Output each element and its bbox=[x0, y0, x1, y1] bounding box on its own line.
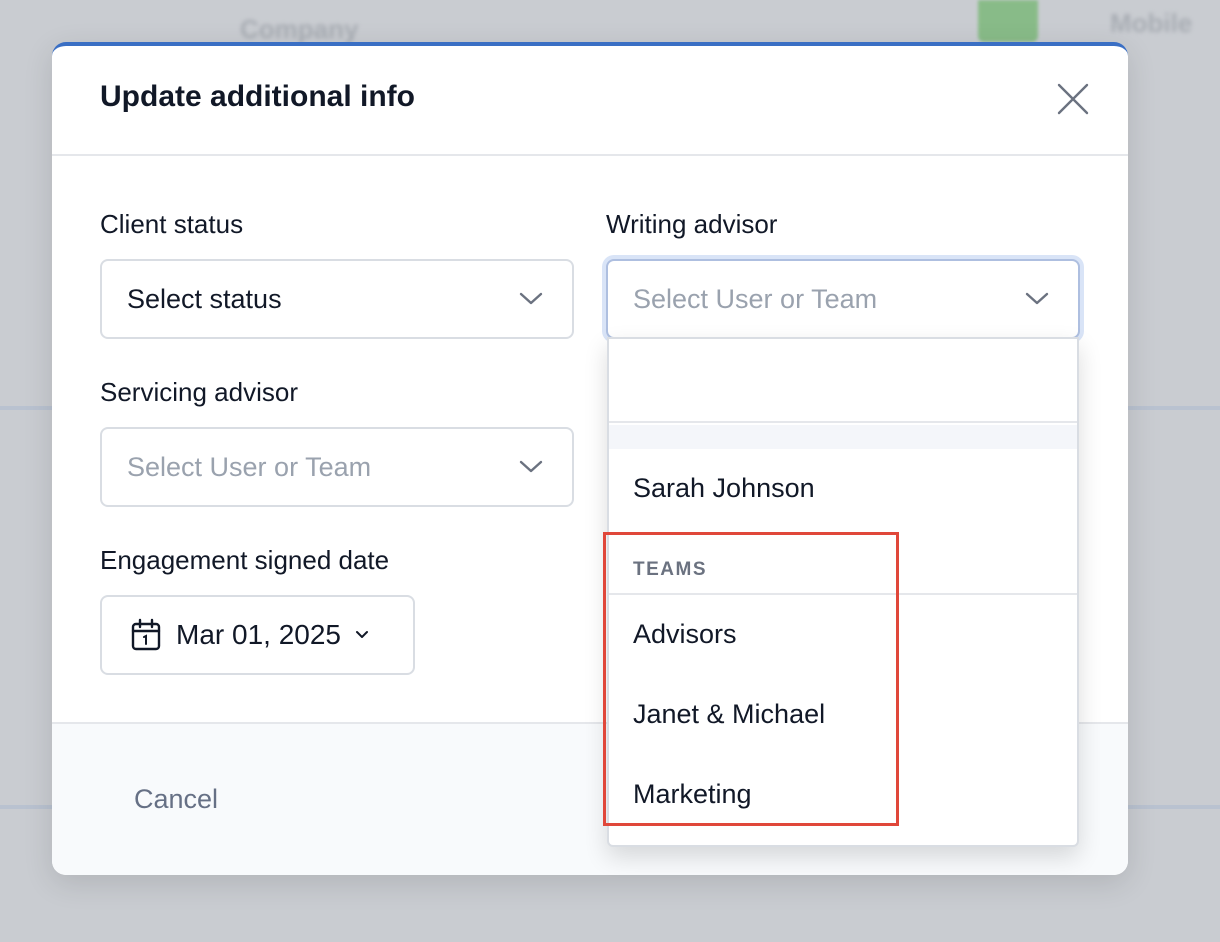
close-icon bbox=[1057, 83, 1089, 115]
writing-advisor-dropdown: Sarah Johnson TEAMS Advisors Janet & Mic… bbox=[607, 337, 1079, 847]
chevron-down-icon bbox=[519, 460, 543, 473]
option-team-janet-michael[interactable]: Janet & Michael bbox=[633, 699, 825, 730]
background-divider bbox=[1128, 805, 1220, 809]
teams-group-header: TEAMS bbox=[633, 559, 707, 580]
background-divider bbox=[0, 406, 52, 410]
background-text-company: Company bbox=[240, 14, 359, 44]
background-text-mobile: Mobile bbox=[1110, 8, 1193, 38]
dropdown-band bbox=[609, 425, 1077, 449]
option-user-sarah-johnson[interactable]: Sarah Johnson bbox=[633, 473, 815, 504]
cancel-button[interactable]: Cancel bbox=[134, 784, 218, 815]
calendar-icon bbox=[131, 618, 161, 651]
writing-advisor-placeholder: Select User or Team bbox=[633, 283, 878, 314]
dropdown-search-input[interactable] bbox=[609, 339, 1077, 423]
option-team-advisors[interactable]: Advisors bbox=[633, 619, 737, 650]
servicing-advisor-select[interactable]: Select User or Team bbox=[100, 427, 574, 507]
close-button[interactable] bbox=[1056, 82, 1090, 116]
chevron-down-icon bbox=[356, 631, 368, 638]
background-divider bbox=[1128, 406, 1220, 410]
engagement-date-label: Engagement signed date bbox=[100, 545, 390, 575]
modal-title: Update additional info bbox=[100, 80, 415, 113]
client-status-label: Client status bbox=[100, 209, 244, 239]
writing-advisor-select[interactable]: Select User or Team bbox=[606, 259, 1080, 339]
chevron-down-icon bbox=[519, 292, 543, 305]
engagement-date-picker[interactable]: Mar 01, 2025 bbox=[100, 595, 415, 675]
chevron-down-icon bbox=[1025, 292, 1049, 305]
servicing-advisor-label: Servicing advisor bbox=[100, 377, 298, 407]
writing-advisor-label: Writing advisor bbox=[606, 209, 778, 239]
client-status-value: Select status bbox=[127, 283, 282, 314]
modal-header: Update additional info bbox=[52, 46, 1128, 156]
engagement-date-value: Mar 01, 2025 bbox=[176, 619, 341, 650]
client-status-select[interactable]: Select status bbox=[100, 259, 574, 339]
background-divider bbox=[0, 805, 52, 809]
background-green-button bbox=[978, 0, 1038, 42]
dropdown-divider bbox=[609, 593, 1077, 595]
servicing-advisor-placeholder: Select User or Team bbox=[127, 451, 372, 482]
option-team-marketing[interactable]: Marketing bbox=[633, 779, 752, 810]
